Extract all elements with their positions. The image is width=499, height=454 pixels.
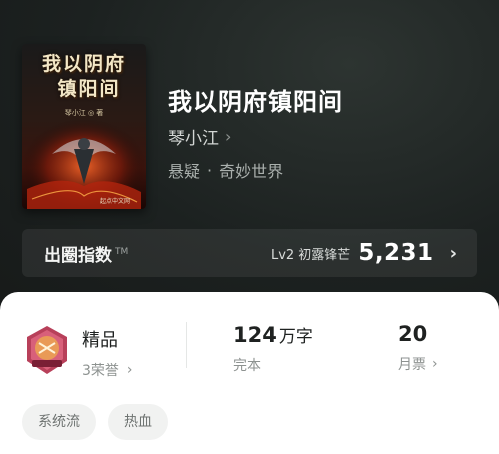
honors-stat[interactable]: 精品 3荣誉 › [82,326,133,380]
stat-divider [186,322,187,368]
index-score: 5,231 [358,240,434,266]
premium-badge-icon[interactable] [22,324,72,376]
cover-title: 我以阴府 镇阳间 [22,52,146,102]
book-info-sheet: 精品 3荣誉 › 124 万字 完本 20 月票 › 系统流 热血 [0,292,499,454]
genre-secondary[interactable]: 奇妙世界 [219,158,283,182]
monthly-votes-value: 20 [398,322,428,346]
author-link[interactable]: 琴小江 › [168,124,231,149]
badge-label: 精品 [82,330,118,351]
index-label: 出圈指数 [44,245,112,266]
completion-status: 完本 [233,358,261,374]
genre-separator: · [207,160,213,180]
index-value-group: Lv2 初露锋芒 5,231 › [271,240,457,266]
cover-publisher: 起点中文网 [99,198,130,205]
tag-chip[interactable]: 系统流 [22,404,96,440]
word-count-unit: 万字 [278,327,313,347]
chevron-right-icon: › [126,362,133,378]
monthly-votes-label: 月票 [398,357,426,373]
chevron-right-icon: › [225,127,232,146]
book-cover[interactable]: 我以阴府 镇阳间 琴小江 ◎ 著 起点中文网 [22,44,146,209]
book-header: 我以阴府 镇阳间 琴小江 ◎ 著 起点中文网 我以阴府镇阳间 琴小江 › 悬疑 … [0,0,499,320]
index-label-group: 出圈指数 TM [44,241,128,266]
cover-title-line1: 我以阴府 [41,53,126,75]
chevron-right-icon: › [449,242,457,264]
tag-chip[interactable]: 热血 [108,404,168,440]
cover-art [22,114,146,209]
chevron-right-icon: › [432,356,438,372]
tag-list: 系统流 热血 [22,404,180,440]
genre-row: 悬疑 · 奇妙世界 [168,158,283,182]
trademark-mark: TM [115,246,129,257]
author-name: 琴小江 [168,129,219,149]
popularity-index-bar[interactable]: 出圈指数 TM Lv2 初露锋芒 5,231 › [22,229,477,277]
genre-primary[interactable]: 悬疑 [168,158,200,182]
word-count-value: 124 [233,323,277,347]
index-level: Lv2 初露锋芒 [270,247,351,263]
honors-count: 3荣誉 [82,363,119,379]
word-count-stat: 124 万字 完本 [233,322,313,375]
monthly-votes-stat[interactable]: 20 月票 › [398,322,438,374]
book-title: 我以阴府镇阳间 [168,88,343,116]
cover-title-line2: 镇阳间 [57,78,121,100]
